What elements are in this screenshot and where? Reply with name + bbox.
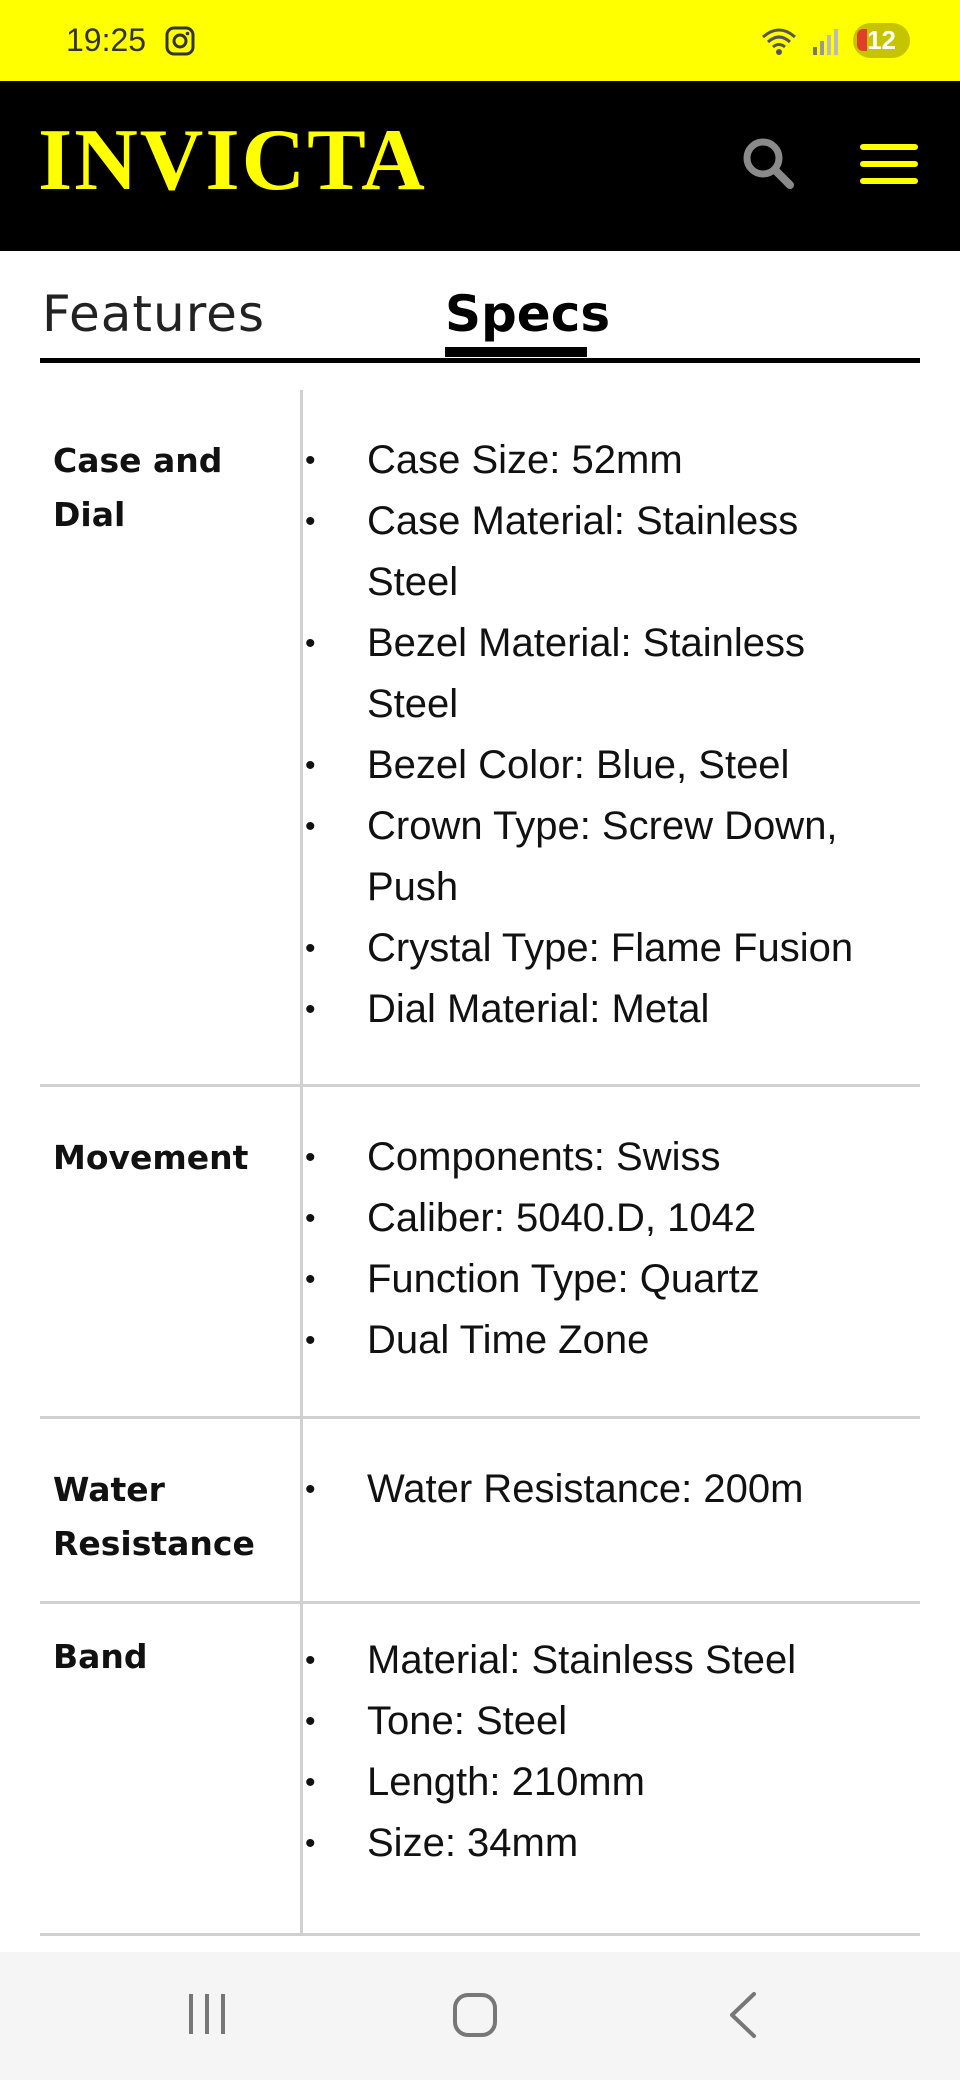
spec-item: Dial Material: Metal <box>303 979 920 1040</box>
spec-label: Water Resistance <box>40 1419 303 1601</box>
invicta-logo[interactable]: INVICTA <box>38 117 427 205</box>
status-bar: 19:25 12 <box>0 0 960 81</box>
active-tab-indicator <box>445 347 587 357</box>
spec-item: Size: 34mm <box>303 1813 920 1874</box>
spec-item: Case Size: 52mm <box>303 430 920 491</box>
signal-icon <box>813 28 839 55</box>
spec-label: Movement <box>40 1087 303 1416</box>
spec-values: Case Size: 52mm Case Material: Stainless… <box>303 390 920 1084</box>
tab-features[interactable]: Features <box>42 289 265 339</box>
wifi-icon <box>762 28 797 55</box>
tab-bar: Features Specs <box>40 251 920 363</box>
spec-item: Crown Type: Screw Down, Push <box>303 796 863 918</box>
spec-item: Bezel Color: Blue, Steel <box>303 735 920 796</box>
spec-item: Dual Time Zone <box>303 1310 920 1371</box>
tab-specs[interactable]: Specs <box>445 289 610 339</box>
search-icon[interactable] <box>738 133 798 193</box>
hamburger-menu-icon[interactable] <box>858 141 920 187</box>
spec-item: Components: Swiss <box>303 1127 920 1188</box>
battery-icon: 12 <box>853 23 910 58</box>
spec-label: Band <box>40 1604 303 1933</box>
spec-item: Caliber: 5040.D, 1042 <box>303 1188 920 1249</box>
spec-item: Function Type: Quartz <box>303 1249 920 1310</box>
instagram-icon <box>165 26 195 55</box>
spec-item: Tone: Steel <box>303 1691 920 1752</box>
site-header: INVICTA <box>0 81 960 251</box>
spec-row-movement: Movement Components: Swiss Caliber: 5040… <box>40 1087 920 1419</box>
spec-values: Water Resistance: 200m <box>303 1419 920 1601</box>
spec-item: Water Resistance: 200m <box>303 1459 920 1520</box>
spec-row-water-resistance: Water Resistance Water Resistance: 200m <box>40 1419 920 1604</box>
spec-item: Bezel Material: Stainless Steel <box>303 613 863 735</box>
spec-row-band: Band Material: Stainless Steel Tone: Ste… <box>40 1604 920 1936</box>
spec-item: Case Material: Stainless Steel <box>303 491 863 613</box>
specs-table: Case and Dial Case Size: 52mm Case Mater… <box>40 390 920 1936</box>
back-icon[interactable] <box>726 1990 760 2040</box>
spec-item: Length: 210mm <box>303 1752 920 1813</box>
recent-apps-icon[interactable] <box>186 1992 228 2036</box>
spec-values: Components: Swiss Caliber: 5040.D, 1042 … <box>303 1087 920 1416</box>
spec-label: Case and Dial <box>40 390 303 1084</box>
spec-values: Material: Stainless Steel Tone: Steel Le… <box>303 1604 920 1933</box>
spec-item: Crystal Type: Flame Fusion <box>303 918 920 979</box>
spec-item: Material: Stainless Steel <box>303 1630 920 1691</box>
home-icon[interactable] <box>452 1992 498 2038</box>
spec-row-case-and-dial: Case and Dial Case Size: 52mm Case Mater… <box>40 390 920 1087</box>
status-time: 19:25 <box>66 22 147 58</box>
system-nav-bar <box>0 1952 960 2080</box>
